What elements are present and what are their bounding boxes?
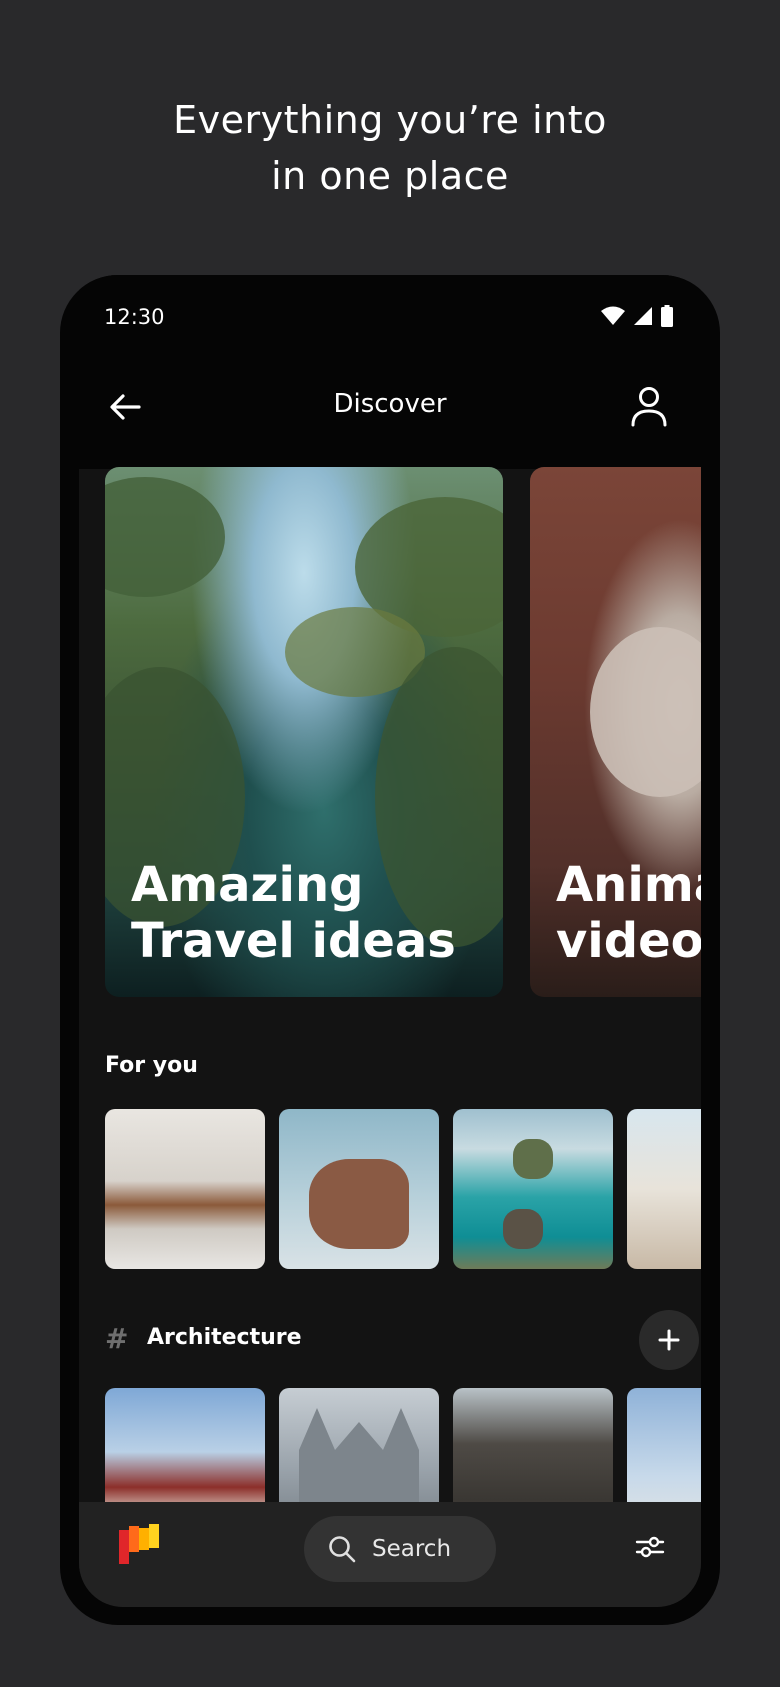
phone-frame: 12:30 Discover Amazing Travel ideas Anim… — [60, 275, 720, 1625]
card-title-line-1: Anima — [556, 857, 701, 913]
app-logo-icon[interactable] — [119, 1524, 159, 1564]
status-icons — [601, 305, 673, 327]
battery-icon — [661, 305, 673, 327]
topic-title: Architecture — [147, 1325, 302, 1350]
person-icon[interactable] — [629, 385, 669, 429]
status-bar: 12:30 — [79, 275, 701, 359]
card-title: Amazing Travel ideas — [131, 857, 456, 969]
sliders-icon[interactable] — [635, 1532, 665, 1562]
search-label: Search — [372, 1536, 452, 1562]
top-app-bar: Discover — [79, 359, 701, 469]
page-title: Discover — [333, 389, 447, 419]
status-time: 12:30 — [104, 305, 165, 329]
featured-carousel[interactable]: Amazing Travel ideas Anima videos — [79, 467, 701, 997]
bottom-navigation: Search — [79, 1502, 701, 1607]
headline: Everything you’re into in one place — [0, 92, 780, 204]
plus-icon — [658, 1329, 680, 1351]
section-title-for-you: For you — [105, 1053, 198, 1078]
headline-line-1: Everything you’re into — [173, 98, 607, 142]
thumbnail-fountain[interactable] — [627, 1109, 701, 1269]
search-icon — [329, 1536, 356, 1563]
thumbnail-sculpture[interactable] — [279, 1109, 439, 1269]
card-title: Anima videos — [556, 857, 701, 969]
card-travel-ideas[interactable]: Amazing Travel ideas — [105, 467, 503, 997]
phone-screen: 12:30 Discover Amazing Travel ideas Anim… — [79, 275, 701, 1607]
card-animal-videos[interactable]: Anima videos — [530, 467, 701, 997]
headline-line-2: in one place — [271, 154, 509, 198]
card-title-line-2: Travel ideas — [131, 913, 456, 969]
hashtag-icon: # — [105, 1322, 129, 1355]
card-title-line-2: videos — [556, 913, 701, 969]
search-button[interactable]: Search — [304, 1516, 496, 1582]
wifi-icon — [601, 306, 625, 325]
signal-icon — [634, 307, 652, 325]
topic-header-architecture: # Architecture — [105, 1310, 699, 1370]
thumbnail-interior[interactable] — [105, 1109, 265, 1269]
follow-topic-button[interactable] — [639, 1310, 699, 1370]
card-title-line-1: Amazing — [131, 857, 364, 913]
for-you-row[interactable] — [105, 1109, 701, 1269]
thumbnail-coast[interactable] — [453, 1109, 613, 1269]
